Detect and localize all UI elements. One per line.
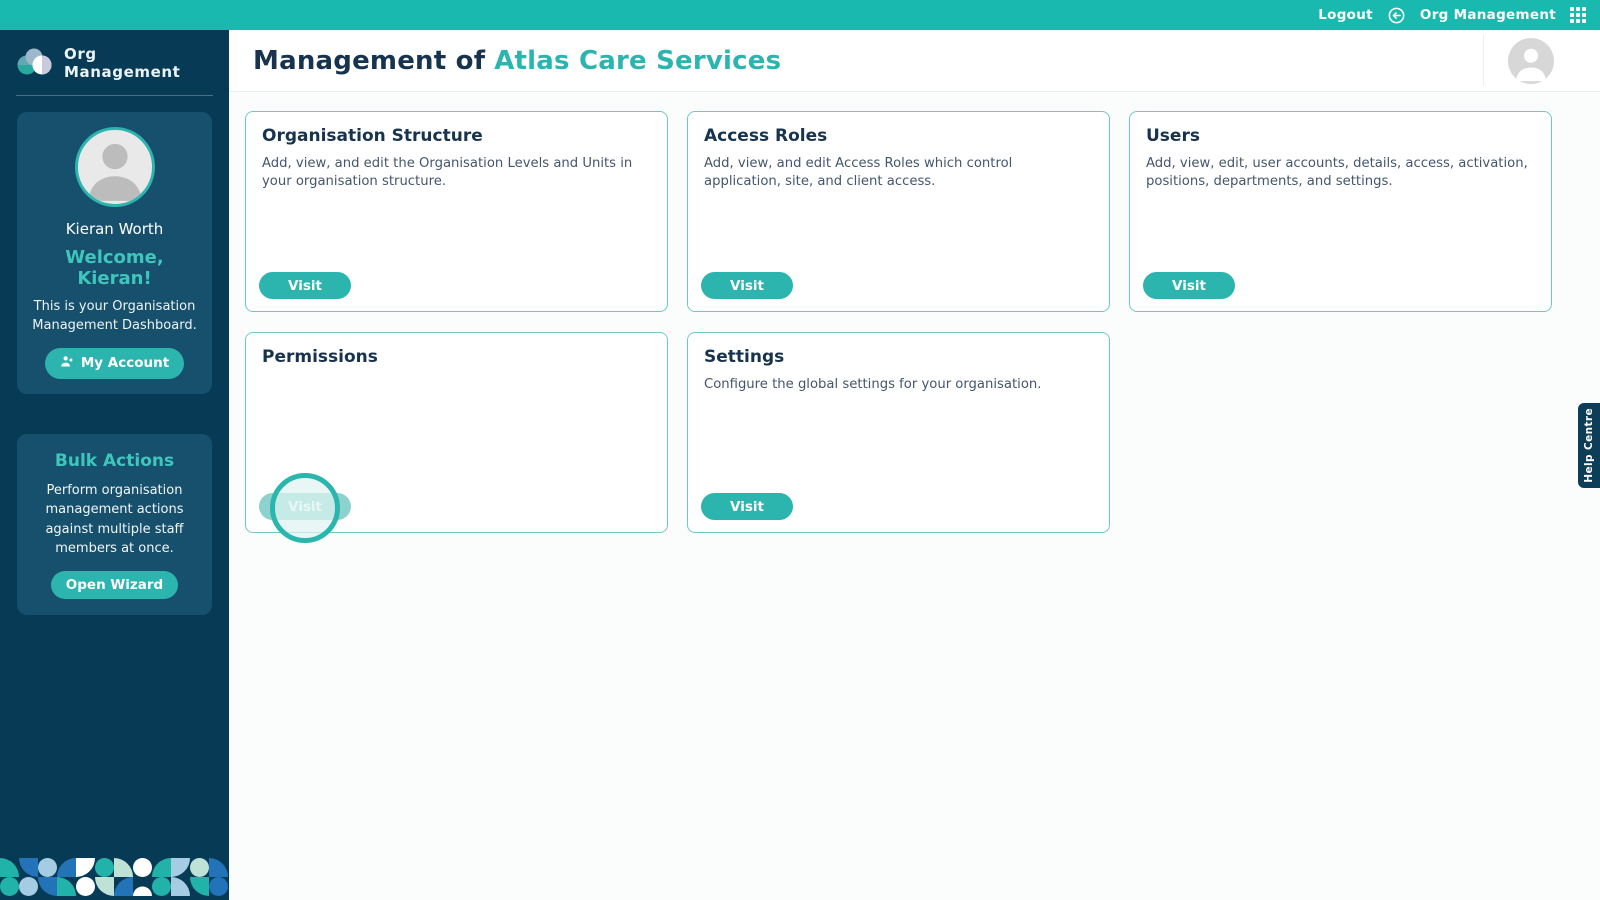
help-centre-label: Help Centre (1583, 408, 1595, 483)
card-title: Settings (704, 347, 1093, 367)
person-gear-icon (60, 354, 75, 373)
visit-access-roles-button[interactable]: Visit (701, 272, 793, 299)
card-description: Add, view, and edit the Organisation Lev… (262, 155, 651, 191)
org-name: Atlas Care Services (494, 46, 781, 76)
brand-label: Org Management (64, 45, 213, 81)
header-divider (1483, 35, 1484, 86)
card-users: Users Add, view, edit, user accounts, de… (1129, 111, 1552, 312)
card-permissions: Permissions Visit (245, 332, 668, 533)
card-description: Add, view, edit, user accounts, details,… (1146, 155, 1535, 191)
profile-card: Kieran Worth Welcome, Kieran! This is yo… (17, 112, 212, 394)
open-wizard-button[interactable]: Open Wizard (51, 571, 178, 599)
sidebar-divider (16, 95, 213, 96)
logout-icon[interactable] (1387, 6, 1406, 25)
visit-users-button[interactable]: Visit (1143, 272, 1235, 299)
org-management-logo-icon (16, 47, 54, 79)
user-avatar (75, 127, 155, 207)
module-cards-grid: Organisation Structure Add, view, and ed… (229, 92, 1600, 552)
bulk-actions-title: Bulk Actions (30, 451, 199, 471)
bulk-actions-card: Bulk Actions Perform organisation manage… (17, 434, 212, 615)
card-title: Access Roles (704, 126, 1093, 146)
logout-link[interactable]: Logout (1318, 7, 1373, 23)
card-organisation-structure: Organisation Structure Add, view, and ed… (245, 111, 668, 312)
card-settings: Settings Configure the global settings f… (687, 332, 1110, 533)
card-title: Permissions (262, 347, 651, 367)
card-title: Users (1146, 126, 1535, 146)
card-access-roles: Access Roles Add, view, and edit Access … (687, 111, 1110, 312)
welcome-message: Welcome, Kieran! (29, 247, 200, 289)
app-switcher-label[interactable]: Org Management (1420, 7, 1556, 23)
page-header: Management of Atlas Care Services (229, 30, 1600, 92)
main-content: Management of Atlas Care Services Organis… (229, 30, 1600, 900)
apps-grid-icon[interactable] (1570, 7, 1586, 23)
page-title: Management of Atlas Care Services (253, 46, 781, 76)
bulk-actions-description: Perform organisation management actions … (30, 481, 199, 559)
footer-mosaic-pattern (0, 858, 229, 900)
brand: Org Management (0, 30, 229, 95)
visit-settings-button[interactable]: Visit (701, 493, 793, 520)
dashboard-description: This is your Organisation Management Das… (29, 298, 200, 336)
card-description: Configure the global settings for your o… (704, 376, 1093, 394)
open-wizard-label: Open Wizard (66, 577, 163, 593)
sidebar: Org Management Kieran Worth Welcome, Kie… (0, 30, 229, 900)
visit-organisation-structure-button[interactable]: Visit (259, 272, 351, 299)
user-name: Kieran Worth (29, 220, 200, 238)
help-centre-tab[interactable]: Help Centre (1578, 403, 1600, 488)
card-description: Add, view, and edit Access Roles which c… (704, 155, 1093, 191)
my-account-button[interactable]: My Account (45, 348, 184, 379)
card-title: Organisation Structure (262, 126, 651, 146)
visit-permissions-button[interactable]: Visit (259, 493, 351, 520)
header-avatar[interactable] (1508, 38, 1554, 84)
top-bar: Logout Org Management (0, 0, 1600, 30)
page-title-prefix: Management of (253, 46, 485, 76)
my-account-label: My Account (81, 355, 169, 371)
